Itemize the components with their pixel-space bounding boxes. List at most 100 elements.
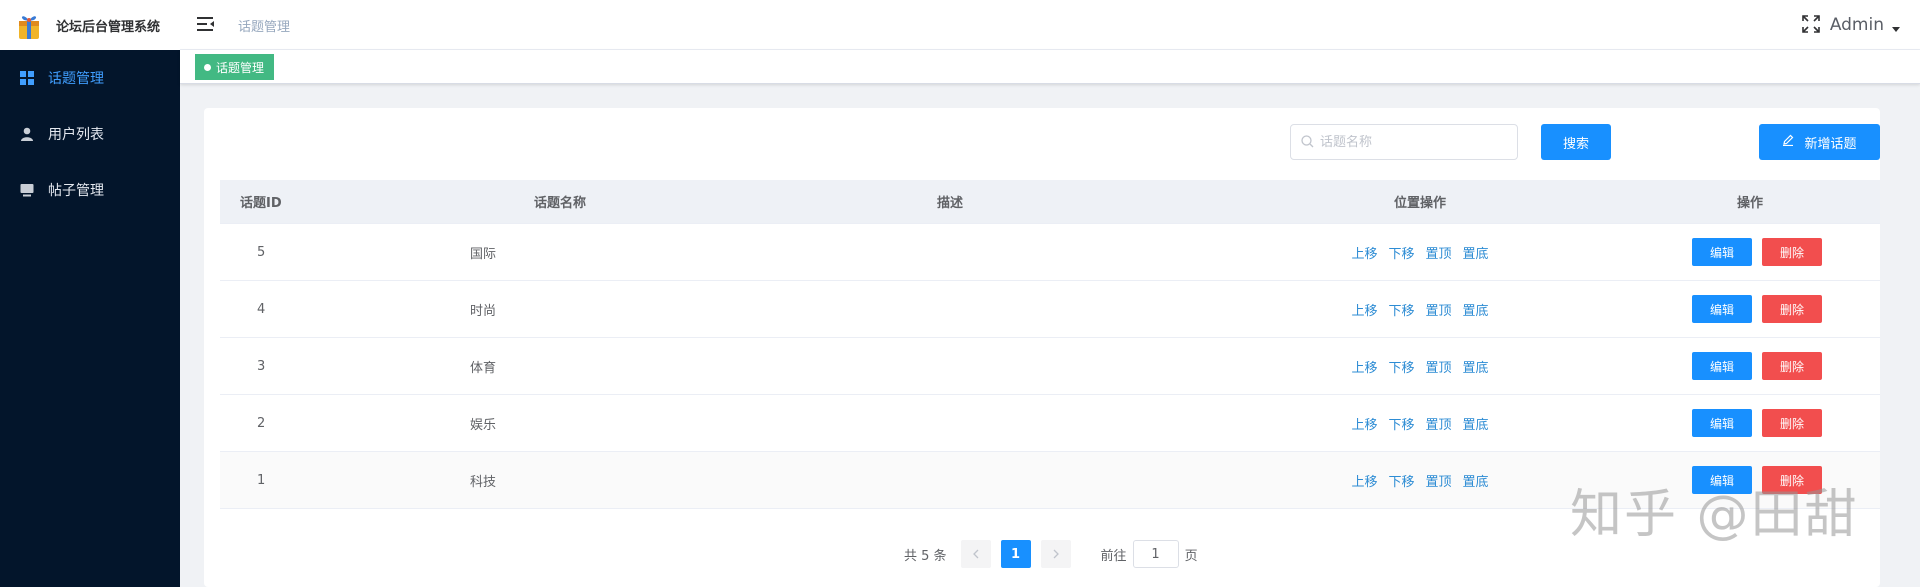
- move-down-link[interactable]: 下移: [1388, 471, 1414, 490]
- sidebar-item-label: 帖子管理: [48, 183, 104, 199]
- move-bottom-link[interactable]: 置底: [1463, 243, 1489, 262]
- app-title: 论坛后台管理系统: [56, 19, 161, 35]
- goto-label: 前往: [1100, 548, 1127, 564]
- table-row: 5 国际 上移 下移 置顶 置底 编辑 删除: [220, 224, 1880, 281]
- edit-button[interactable]: 编辑: [1692, 295, 1752, 323]
- topics-table: 话题ID 话题名称 描述 位置操作 操作 5 国际 上移 下移 置顶 置底 编辑…: [220, 180, 1880, 509]
- table-row: 2 娱乐 上移 下移 置顶 置底 编辑 删除: [220, 395, 1880, 452]
- user-dropdown[interactable]: Admin: [1830, 15, 1900, 35]
- cell-id: 5: [257, 244, 266, 260]
- move-top-link[interactable]: 置顶: [1426, 300, 1452, 319]
- user-icon: [20, 127, 34, 141]
- search-icon: [1301, 133, 1314, 152]
- cell-id: 3: [257, 358, 266, 374]
- delete-button[interactable]: 删除: [1762, 295, 1822, 323]
- active-dot-icon: [204, 63, 211, 71]
- sidebar-item-label: 话题管理: [48, 71, 104, 87]
- move-down-link[interactable]: 下移: [1388, 414, 1414, 433]
- user-name: Admin: [1829, 15, 1884, 35]
- logo-row: 论坛后台管理系统: [0, 0, 180, 50]
- chevron-left-icon: [972, 549, 979, 559]
- move-up-link[interactable]: 上移: [1351, 357, 1377, 376]
- monitor-icon: [20, 183, 34, 197]
- cell-name: 国际: [470, 246, 497, 262]
- col-header-position: 位置操作: [1393, 196, 1446, 211]
- pagination-total: 共 5 条: [904, 548, 947, 564]
- search-input[interactable]: [1320, 134, 1500, 150]
- move-up-link[interactable]: 上移: [1351, 471, 1377, 490]
- move-bottom-link[interactable]: 置底: [1463, 414, 1489, 433]
- table-row: 3 体育 上移 下移 置顶 置底 编辑 删除: [220, 338, 1880, 395]
- position-actions: 上移 下移 置顶 置底: [1220, 414, 1620, 433]
- move-top-link[interactable]: 置顶: [1426, 471, 1452, 490]
- table-header: 话题ID 话题名称 描述 位置操作 操作: [220, 180, 1880, 224]
- menu-fold-icon[interactable]: [197, 16, 215, 32]
- sidebar: 论坛后台管理系统 话题管理 用户列表 帖子管理: [0, 0, 180, 587]
- cell-name: 科技: [470, 474, 497, 490]
- add-topic-label: 新增话题: [1804, 136, 1857, 152]
- cell-id: 2: [257, 415, 266, 431]
- move-down-link[interactable]: 下移: [1388, 300, 1414, 319]
- col-header-id: 话题ID: [240, 196, 282, 211]
- row-actions: 编辑 删除: [1620, 295, 1880, 323]
- fullscreen-icon[interactable]: [1802, 15, 1820, 33]
- sidebar-item-label: 用户列表: [48, 127, 104, 143]
- move-bottom-link[interactable]: 置底: [1463, 357, 1489, 376]
- move-top-link[interactable]: 置顶: [1426, 243, 1452, 262]
- search-button-label: 搜索: [1562, 136, 1589, 152]
- delete-button[interactable]: 删除: [1762, 409, 1822, 437]
- sidebar-menu: 话题管理 用户列表 帖子管理: [0, 50, 180, 218]
- col-header-actions: 操作: [1736, 196, 1763, 211]
- goto-suffix: 页: [1184, 548, 1198, 564]
- move-up-link[interactable]: 上移: [1351, 414, 1377, 433]
- position-actions: 上移 下移 置顶 置底: [1220, 357, 1620, 376]
- pagination: 共 5 条 1 前往 页: [904, 540, 1198, 568]
- search-input-wrapper[interactable]: [1290, 124, 1518, 160]
- move-top-link[interactable]: 置顶: [1426, 357, 1452, 376]
- row-actions: 编辑 删除: [1620, 238, 1880, 266]
- table-row: 4 时尚 上移 下移 置顶 置底 编辑 删除: [220, 281, 1880, 338]
- position-actions: 上移 下移 置顶 置底: [1220, 243, 1620, 262]
- cell-name: 时尚: [470, 303, 497, 319]
- sidebar-item-topics[interactable]: 话题管理: [0, 50, 180, 106]
- prev-page-button[interactable]: [960, 540, 991, 568]
- tag-topics[interactable]: 话题管理: [195, 54, 275, 80]
- row-actions: 编辑 删除: [1620, 352, 1880, 380]
- next-page-button[interactable]: [1040, 540, 1071, 568]
- page-jumper: 前往 页: [1101, 540, 1198, 568]
- col-header-desc: 描述: [936, 196, 963, 211]
- move-top-link[interactable]: 置顶: [1426, 414, 1452, 433]
- sidebar-item-posts[interactable]: 帖子管理: [0, 162, 180, 218]
- watermark: 知乎 @田甜: [1570, 485, 1859, 545]
- edit-button[interactable]: 编辑: [1692, 409, 1752, 437]
- move-up-link[interactable]: 上移: [1351, 300, 1377, 319]
- chevron-right-icon: [1053, 549, 1059, 559]
- breadcrumb: 话题管理: [238, 20, 291, 35]
- dashboard-grid-icon: [20, 71, 34, 85]
- position-actions: 上移 下移 置顶 置底: [1220, 471, 1620, 490]
- tags-view: 话题管理: [180, 50, 1920, 84]
- edit-button[interactable]: 编辑: [1692, 352, 1752, 380]
- tag-label: 话题管理: [216, 60, 265, 75]
- move-down-link[interactable]: 下移: [1388, 357, 1414, 376]
- sidebar-item-users[interactable]: 用户列表: [0, 106, 180, 162]
- delete-button[interactable]: 删除: [1762, 352, 1822, 380]
- search-button[interactable]: 搜索: [1541, 124, 1611, 160]
- caret-down-icon: [1892, 26, 1900, 32]
- move-bottom-link[interactable]: 置底: [1463, 471, 1489, 490]
- delete-button[interactable]: 删除: [1762, 238, 1822, 266]
- page-number-1[interactable]: 1: [1000, 540, 1031, 568]
- add-topic-button[interactable]: 新增话题: [1759, 124, 1880, 160]
- edit-button[interactable]: 编辑: [1692, 238, 1752, 266]
- position-actions: 上移 下移 置顶 置底: [1220, 300, 1620, 319]
- move-up-link[interactable]: 上移: [1351, 243, 1377, 262]
- row-actions: 编辑 删除: [1620, 409, 1880, 437]
- gift-bag-logo-icon: [16, 9, 42, 41]
- move-bottom-link[interactable]: 置底: [1463, 300, 1489, 319]
- goto-page-input[interactable]: [1132, 540, 1179, 568]
- cell-name: 体育: [470, 360, 497, 376]
- cell-name: 娱乐: [470, 417, 497, 433]
- edit-pen-icon: [1782, 134, 1794, 150]
- cell-id: 1: [257, 472, 266, 488]
- move-down-link[interactable]: 下移: [1388, 243, 1414, 262]
